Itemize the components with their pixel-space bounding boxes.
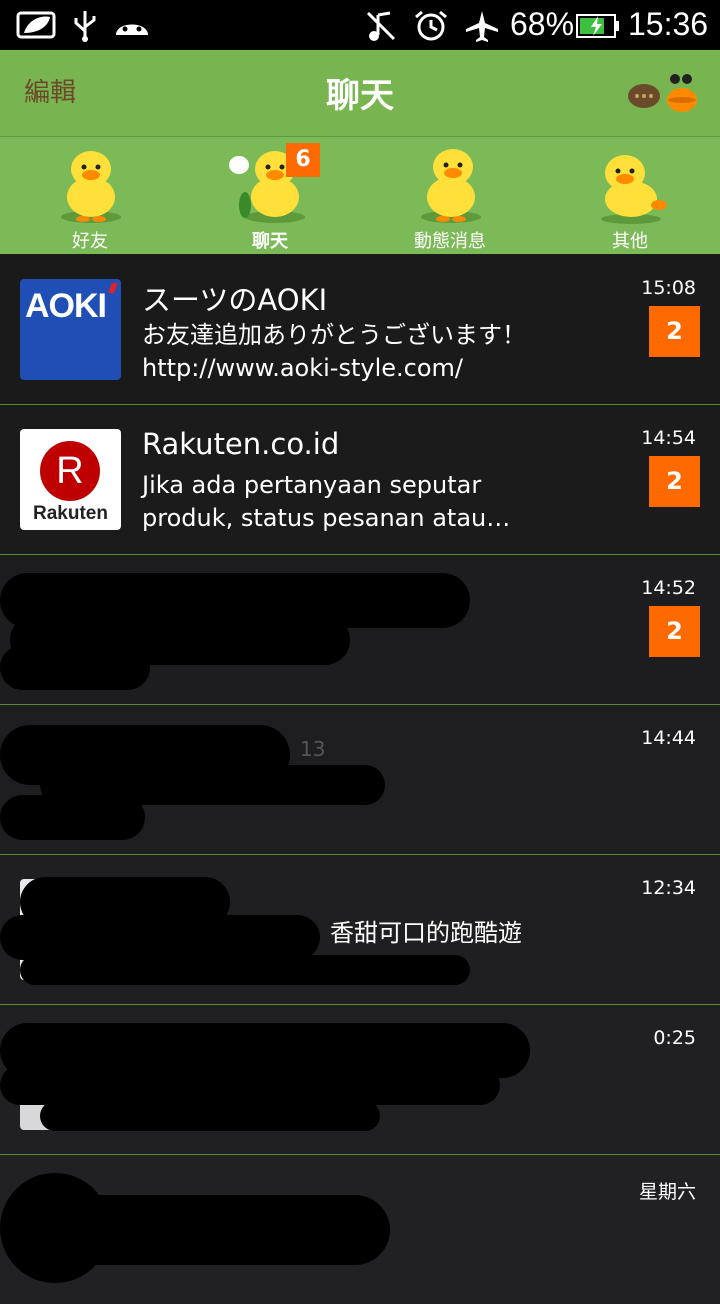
tab-timeline[interactable]: 動態消息 [360,137,540,254]
chat-time: 15:08 [641,277,696,299]
chat-row[interactable]: 13 14:44 [0,705,720,855]
tab-bar: 好友 6 聊天 動態消息 其他 [0,137,720,254]
chat-time: 0:25 [653,1027,696,1049]
chat-preview: お友達追加ありがとうございます！ http://www.aoki-style.c… [142,321,526,382]
chat-time: 星期六 [638,1181,696,1203]
redaction [0,1065,500,1105]
chat-row[interactable]: 香甜可口的跑酷遊 12:34 [0,855,720,1005]
rakuten-logo-circle: R [40,441,100,501]
chat-row[interactable]: 星期六 [0,1155,720,1304]
chick-mascot-icon [61,151,121,223]
chat-row[interactable]: 54 0:25 [0,1005,720,1155]
chat-time: 12:34 [641,877,696,899]
avatar-aoki: AOKI [20,279,121,380]
unread-badge: 2 [649,456,700,507]
battery-charging-icon [576,14,619,38]
music-muted-icon [366,11,396,41]
avatar-rakuten: R Rakuten [20,429,121,530]
unread-badge: 2 [649,306,700,357]
redaction [0,915,320,960]
tab-chats[interactable]: 6 聊天 [180,137,360,254]
redaction [40,1101,380,1131]
chat-name: Rakuten.co.id [142,427,340,461]
tab-label: 好友 [72,231,108,252]
tab-label: 其他 [612,231,648,252]
avatar-logo-text: Rakuten [33,503,108,524]
chat-time: 14:54 [641,427,696,449]
chat-preview: 香甜可口的跑酷遊 [330,919,522,947]
redaction [0,645,150,690]
status-bar: 68% 15:36 [0,0,720,50]
alarm-icon [415,10,447,41]
redaction [60,1195,390,1265]
tab-more[interactable]: 其他 [540,137,720,254]
chat-time: 14:44 [641,727,696,749]
avatar-logo-text: AOKI [25,287,107,325]
app-header: 編輯 聊天 [0,50,720,137]
chat-row[interactable]: AOKI スーツのAOKI お友達追加ありがとうございます！ http://ww… [0,255,720,405]
chick-mascot-icon [601,155,667,224]
unread-badge: 2 [649,606,700,657]
redaction [20,955,470,985]
chick-mascot-icon [421,149,481,223]
chat-row[interactable]: 16 14:52 2 [0,555,720,705]
usb-icon [74,11,96,42]
chat-preview: Jika ada pertanyaan seputar produk, stat… [142,471,511,532]
logo-accent [108,283,118,293]
android-debug-icon [116,24,148,35]
chat-name: スーツのAOKI [142,283,328,317]
new-chat-icon[interactable] [626,70,698,116]
page-title: 聊天 [326,76,394,116]
tab-label: 動態消息 [414,231,486,252]
member-count: 13 [300,737,326,761]
clock: 15:36 [628,6,709,42]
tab-label: 聊天 [252,231,288,252]
battery-percent: 68% [510,6,575,42]
tab-friends[interactable]: 好友 [0,137,180,254]
chat-row[interactable]: R Rakuten Rakuten.co.id Jika ada pertany… [0,405,720,555]
airplane-mode-icon [466,11,498,42]
chat-list: AOKI スーツのAOKI お友達追加ありがとうございます！ http://ww… [0,255,720,1304]
redaction [0,795,145,840]
leaf-notification-icon [16,11,56,39]
chat-time: 14:52 [641,577,696,599]
tab-badge: 6 [286,143,320,177]
